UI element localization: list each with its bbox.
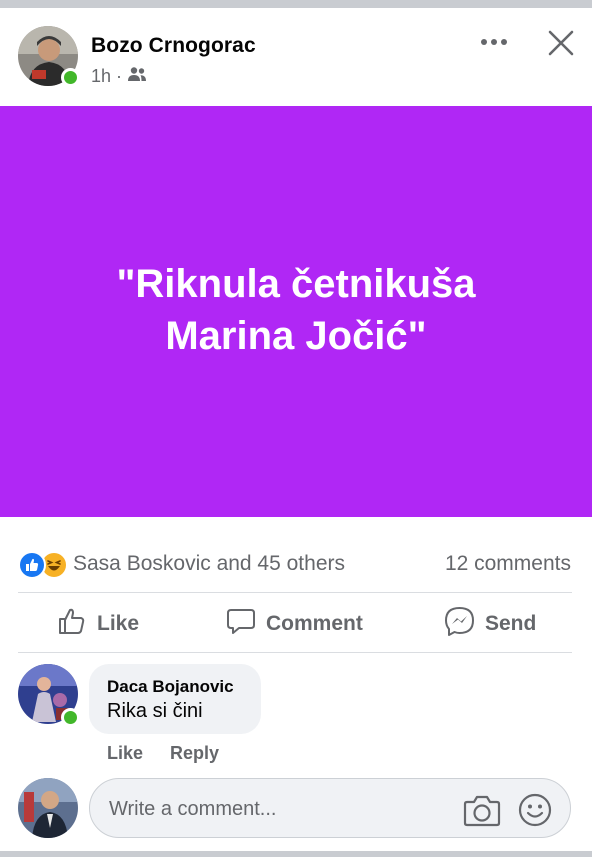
post-meta: 1h · [91, 66, 147, 87]
emoji-icon[interactable] [518, 793, 552, 827]
thumbs-up-icon [57, 607, 87, 641]
comment-text: Rika si čini [107, 700, 203, 722]
like-button-label: Like [97, 612, 140, 635]
reacted-by-text[interactable]: Sasa Boskovic and 45 others [73, 552, 345, 576]
online-status-dot [61, 68, 80, 87]
camera-icon[interactable] [463, 793, 501, 827]
send-button-label: Send [485, 612, 537, 635]
banner-text: "Riknula četnikuša Marina Jočić" [116, 262, 476, 358]
close-icon[interactable] [545, 27, 577, 59]
comment-input[interactable] [107, 793, 451, 825]
comment-like-link[interactable]: Like [107, 743, 143, 764]
post-time[interactable]: 1h [91, 66, 111, 87]
reaction-icons[interactable] [18, 551, 68, 579]
bottom-separator [0, 851, 592, 857]
friends-icon [127, 66, 147, 87]
more-options-icon[interactable] [478, 30, 510, 54]
comment-author-name[interactable]: Daca Bojanovic [107, 677, 234, 697]
comment-count[interactable]: 12 comments [445, 552, 571, 576]
comment-button[interactable]: Comment [226, 604, 363, 644]
online-status-dot [61, 708, 80, 727]
post-text-banner[interactable]: "Riknula četnikuša Marina Jočić" [0, 106, 592, 517]
comment-bubble [89, 664, 261, 734]
like-button[interactable]: Like [57, 604, 139, 644]
send-button[interactable]: Send [444, 604, 536, 644]
current-user-avatar[interactable] [18, 778, 78, 838]
top-separator [0, 0, 592, 8]
divider [18, 592, 572, 593]
post-author-name[interactable]: Bozo Crnogorac [91, 34, 256, 58]
like-reaction-icon [18, 551, 46, 579]
comment-bubble-icon [226, 607, 256, 641]
meta-separator: · [116, 66, 123, 86]
messenger-icon [444, 606, 475, 643]
divider [18, 652, 572, 653]
comment-reply-link[interactable]: Reply [170, 743, 219, 764]
comment-button-label: Comment [266, 612, 363, 635]
comment-composer[interactable] [89, 778, 571, 838]
